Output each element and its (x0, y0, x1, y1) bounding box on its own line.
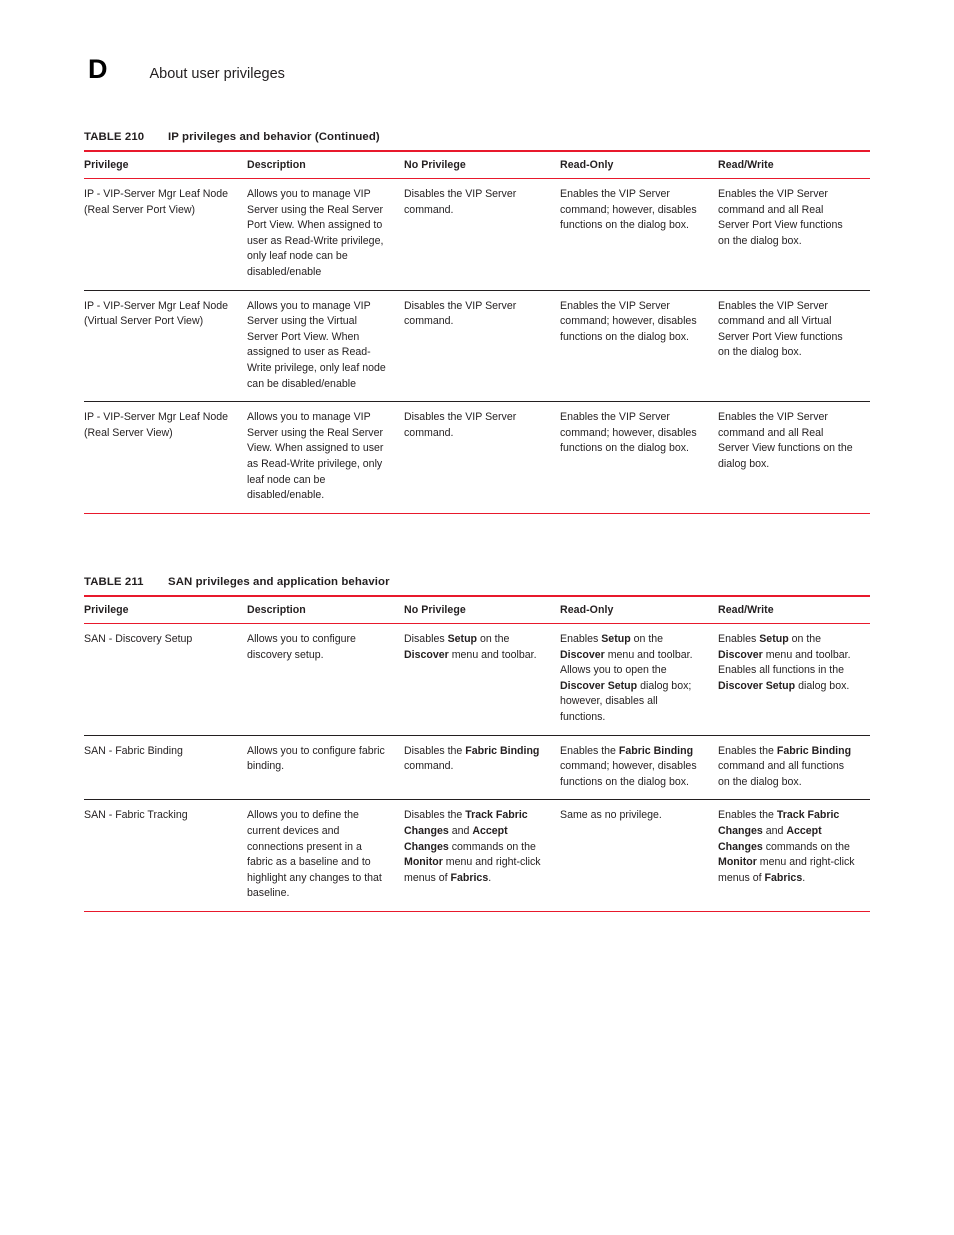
table-header-row: Privilege Description No Privilege Read-… (84, 595, 870, 624)
cell-read-only: Enables the VIP Server command; however,… (560, 401, 718, 514)
cell-privilege: SAN - Fabric Binding (84, 735, 247, 801)
cell-privilege: IP - VIP-Server Mgr Leaf Node (Real Serv… (84, 401, 247, 514)
column-header-read-only: Read-Only (560, 150, 718, 179)
table-caption: TABLE 210 IP privileges and behavior (Co… (84, 131, 870, 143)
table-header-row: Privilege Description No Privilege Read-… (84, 150, 870, 179)
table-caption-text: SAN privileges and application behavior (168, 576, 390, 588)
running-header: D About user privileges (88, 56, 285, 83)
cell-read-only: Enables the VIP Server command; however,… (560, 178, 718, 291)
cell-description: Allows you to manage VIP Server using th… (247, 178, 404, 291)
cell-no-privilege: Disables the Track Fabric Changes and Ac… (404, 799, 560, 912)
table-caption-number: TABLE 210 (84, 131, 145, 143)
table-row: SAN - Fabric Binding Allows you to confi… (84, 735, 870, 801)
table-row: IP - VIP-Server Mgr Leaf Node (Real Serv… (84, 401, 870, 514)
table-row: IP - VIP-Server Mgr Leaf Node (Virtual S… (84, 290, 870, 403)
cell-read-write: Enables the VIP Server command and all R… (718, 178, 870, 291)
cell-read-only: Enables the Fabric Binding command; howe… (560, 735, 718, 801)
column-header-description: Description (247, 595, 404, 624)
table-caption-text: IP privileges and behavior (Continued) (168, 131, 380, 143)
chapter-letter: D (88, 54, 108, 84)
cell-read-only: Same as no privilege. (560, 799, 718, 912)
cell-read-write: Enables the Track Fabric Changes and Acc… (718, 799, 870, 912)
column-header-privilege: Privilege (84, 595, 247, 624)
column-header-privilege: Privilege (84, 150, 247, 179)
table-row: IP - VIP-Server Mgr Leaf Node (Real Serv… (84, 178, 870, 291)
cell-read-only: Enables the VIP Server command; however,… (560, 290, 718, 403)
cell-no-privilege: Disables the Fabric Binding command. (404, 735, 560, 801)
document-page: D About user privileges TABLE 210 IP pri… (0, 0, 954, 1235)
table-block-211: TABLE 211 SAN privileges and application… (84, 576, 870, 912)
table-row: SAN - Fabric Tracking Allows you to defi… (84, 799, 870, 912)
chapter-title: About user privileges (149, 66, 285, 82)
cell-privilege: SAN - Discovery Setup (84, 623, 247, 736)
cell-privilege: IP - VIP-Server Mgr Leaf Node (Real Serv… (84, 178, 247, 291)
table-caption-number: TABLE 211 (84, 576, 144, 588)
table-caption: TABLE 211 SAN privileges and application… (84, 576, 870, 588)
cell-privilege: SAN - Fabric Tracking (84, 799, 247, 912)
cell-no-privilege: Disables the VIP Server command. (404, 401, 560, 514)
cell-description: Allows you to manage VIP Server using th… (247, 290, 404, 403)
table-row: SAN - Discovery Setup Allows you to conf… (84, 623, 870, 736)
cell-no-privilege: Disables the VIP Server command. (404, 178, 560, 291)
cell-no-privilege: Disables the VIP Server command. (404, 290, 560, 403)
cell-description: Allows you to define the current devices… (247, 799, 404, 912)
cell-read-write: Enables the Fabric Binding command and a… (718, 735, 870, 801)
column-header-read-only: Read-Only (560, 595, 718, 624)
cell-read-write: Enables the VIP Server command and all R… (718, 401, 870, 514)
table-block-210: TABLE 210 IP privileges and behavior (Co… (84, 131, 870, 514)
column-header-read-write: Read/Write (718, 595, 870, 624)
column-header-description: Description (247, 150, 404, 179)
cell-privilege: IP - VIP-Server Mgr Leaf Node (Virtual S… (84, 290, 247, 403)
cell-description: Allows you to configure fabric binding. (247, 735, 404, 801)
cell-read-write: Enables Setup on the Discover menu and t… (718, 623, 870, 736)
cell-read-only: Enables Setup on the Discover menu and t… (560, 623, 718, 736)
privileges-table: Privilege Description No Privilege Read-… (84, 595, 870, 912)
cell-description: Allows you to manage VIP Server using th… (247, 401, 404, 514)
cell-read-write: Enables the VIP Server command and all V… (718, 290, 870, 403)
column-header-no-privilege: No Privilege (404, 595, 560, 624)
column-header-read-write: Read/Write (718, 150, 870, 179)
column-header-no-privilege: No Privilege (404, 150, 560, 179)
cell-no-privilege: Disables Setup on the Discover menu and … (404, 623, 560, 736)
privileges-table: Privilege Description No Privilege Read-… (84, 150, 870, 514)
cell-description: Allows you to configure discovery setup. (247, 623, 404, 736)
